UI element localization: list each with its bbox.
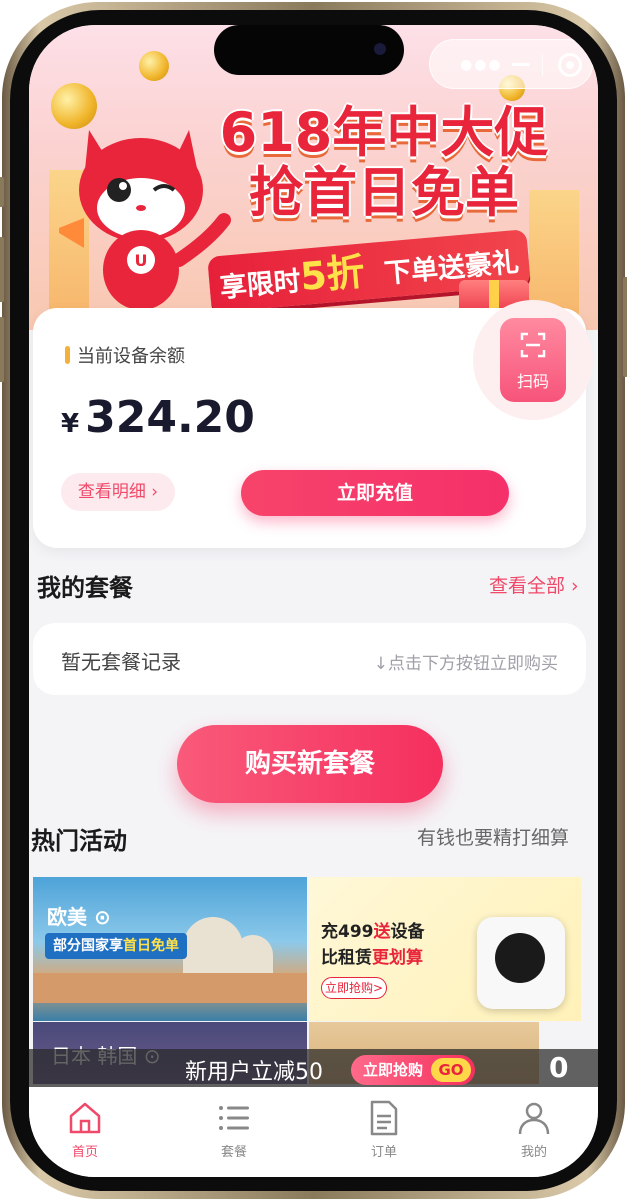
ribbon-prefix: 享限时 [218,266,303,304]
balance-label: 当前设备余额 [65,342,185,368]
mascot-badge: U [135,251,148,270]
camera-icon [374,43,386,55]
promo-device-line2: 比租赁更划算 [321,943,423,968]
promo-buy-button[interactable]: 立即抢购> [321,977,387,999]
package-empty-card: 暂无套餐记录 ↓点击下方按钮立即购买 [33,623,586,695]
capsule-divider [542,54,543,76]
miniprogram-capsule: ●●● [429,39,593,89]
balance-amount: ¥324.20 [61,392,255,443]
user-icon [518,1102,550,1135]
tab-home-label: 首页 [71,1145,98,1160]
bottom-tab-bar: 首页 套餐 订单 我的 [29,1087,598,1177]
headline-line-1: 618年中大促 [219,101,549,164]
view-detail-button[interactable]: 查看明细 › [61,473,175,511]
ribbon-discount: 5折 [298,249,367,299]
more-dots-icon[interactable]: ●●● [460,58,503,72]
tab-package-label: 套餐 [220,1145,247,1160]
headline-line-2: 抢首日免单 [249,161,519,224]
go-badge: GO [431,1058,471,1082]
offer-text: 新用户立减50 [185,1060,323,1085]
buy-package-button[interactable]: 购买新套餐 [177,725,443,803]
tab-orders[interactable]: 订单 [344,1099,424,1160]
promo-device-card[interactable]: 充499送设备 比租赁更划算 立即抢购> [309,877,581,1021]
offer-side-number: 0 [549,1051,569,1084]
scan-button[interactable]: 扫码 [500,318,566,402]
dome-decoration [233,935,273,975]
line1-b: 送 [373,922,391,942]
promo-europe-title: 欧美 ⊙ [47,905,111,929]
promo-europe-tag: 部分国家享首日免单 [45,933,187,959]
scan-icon [520,332,546,358]
home-icon [69,1102,101,1134]
tab-package[interactable]: 套餐 [194,1099,274,1160]
tag-highlight: 首日免单 [123,938,179,954]
close-miniprogram-icon[interactable] [558,53,582,77]
empty-package-text: 暂无套餐记录 [61,650,181,674]
view-all-link[interactable]: 查看全部 › [489,571,579,598]
volume-down-button [0,317,4,382]
power-button [623,277,627,377]
wifi-device-image [477,917,565,1009]
tab-home[interactable]: 首页 [45,1099,125,1160]
currency-symbol: ¥ [61,409,80,439]
line1-a: 充499 [321,922,374,942]
balance-value: 324.20 [85,392,255,443]
tab-orders-label: 订单 [370,1145,397,1160]
line1-c: 设备 [390,922,425,942]
offer-button-label: 立即抢购 [363,1061,424,1079]
balance-card: 当前设备余额 ¥324.20 扫码 查看明细 › 立即充值 [33,300,593,548]
promo-banner[interactable]: U 618年中大促 抢首日免单 享限时5折 下单送豪礼 ●●● [29,25,598,330]
new-user-offer-bar[interactable]: 新用户立减50 立即抢购 GO 0 [29,1049,598,1089]
promo-europe-card[interactable]: 欧美 ⊙ 部分国家享首日免单 [33,877,307,1021]
city-skyline [33,973,307,1003]
offer-buy-button[interactable]: 立即抢购 GO [351,1055,475,1085]
promo-device-line1: 充499送设备 [321,917,425,942]
recharge-button[interactable]: 立即充值 [241,470,509,516]
tab-profile-label: 我的 [520,1145,547,1160]
line2-a: 比租赁 [321,948,372,968]
line2-b: 更划算 [372,948,423,968]
tab-profile[interactable]: 我的 [494,1099,574,1160]
hot-activities-subtitle: 有钱也要精打细算 [417,827,570,849]
banner-headline: 618年中大促 抢首日免单 [219,103,549,223]
buy-hint-text: ↓点击下方按钮立即购买 [373,654,558,674]
hot-activities-title: 热门活动 [31,827,127,855]
coin-icon [139,51,169,81]
screen: U 618年中大促 抢首日免单 享限时5折 下单送豪礼 ●●● 当前设备余额 ¥… [29,25,598,1177]
minimize-icon[interactable] [512,63,530,66]
side-button [0,177,4,207]
list-icon [219,1106,249,1130]
scan-label: 扫码 [516,372,549,391]
volume-up-button [0,237,4,302]
my-package-title: 我的套餐 [37,574,133,602]
document-icon [370,1100,398,1136]
tag-prefix: 部分国家享 [53,938,123,954]
